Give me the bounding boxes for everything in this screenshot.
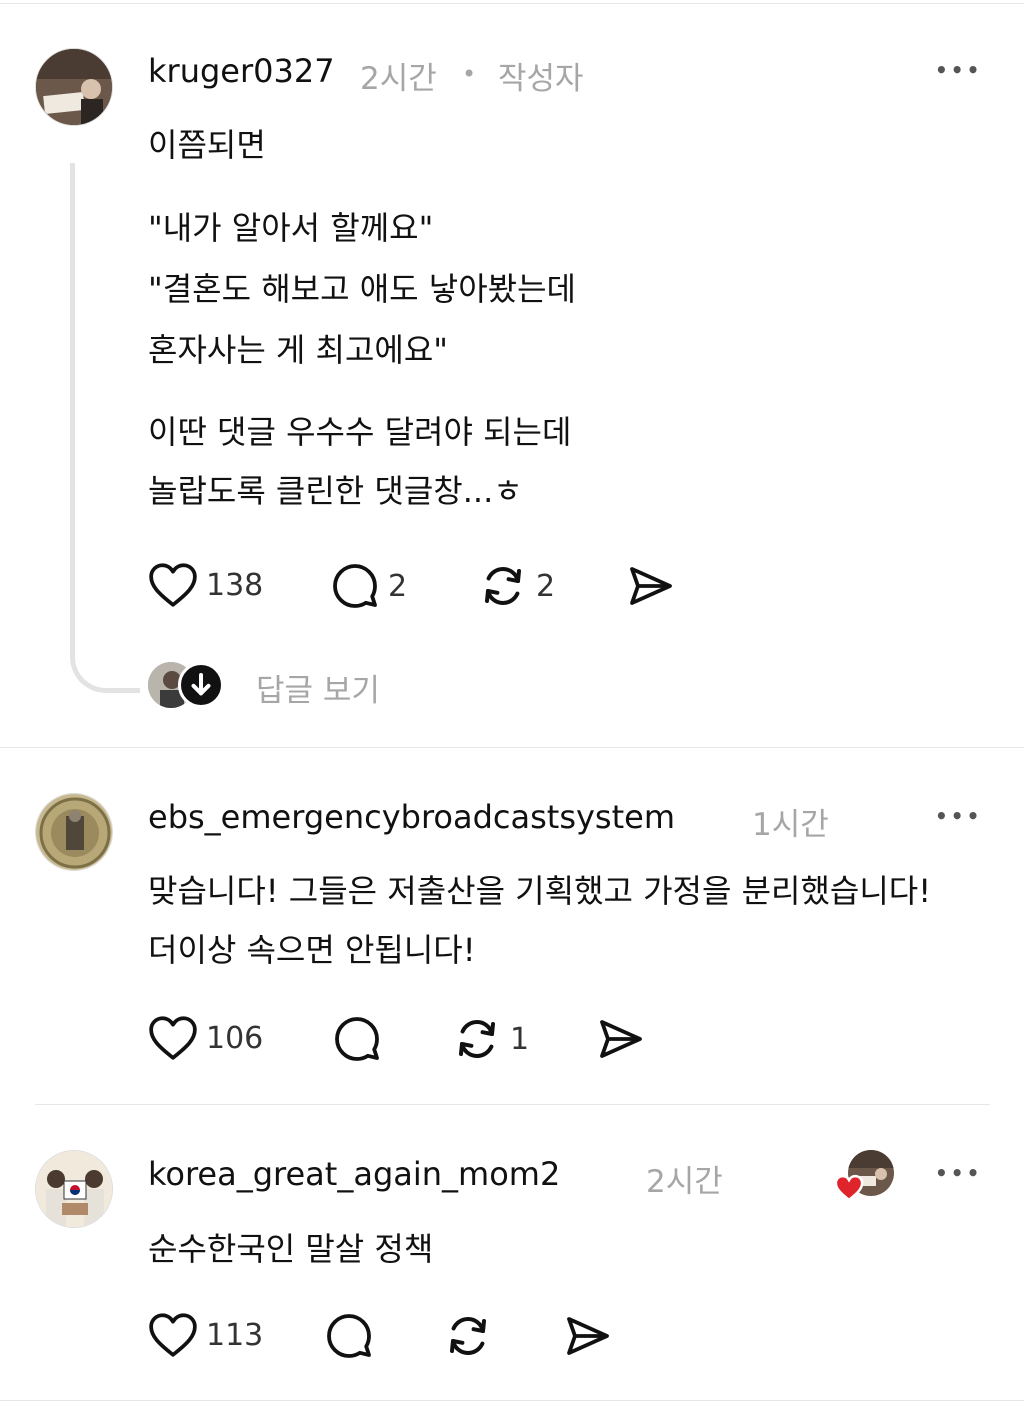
timestamp: 1시간	[752, 807, 829, 843]
avatar[interactable]	[35, 48, 113, 126]
like-button[interactable]: 106	[148, 1015, 263, 1061]
repost-count: 2	[536, 568, 556, 604]
share-icon	[630, 567, 672, 605]
view-replies-label: 답글 보기	[256, 673, 380, 709]
like-button[interactable]: 138	[148, 562, 263, 608]
repost-icon	[459, 1019, 495, 1059]
repost-button[interactable]: 1	[452, 1015, 529, 1063]
comment-text-line: 순수한국인 말살 정책	[148, 1230, 434, 1268]
repost-button[interactable]	[443, 1312, 493, 1360]
comment-icon	[327, 1314, 371, 1358]
username[interactable]: kruger0327	[148, 52, 335, 90]
like-count: 138	[206, 567, 264, 603]
bottom-divider	[0, 1400, 1024, 1401]
comment-icon	[333, 564, 377, 608]
avatar[interactable]	[35, 1150, 113, 1228]
author-liked-indicator	[834, 1150, 896, 1202]
repost-icon	[450, 1316, 486, 1356]
share-button[interactable]	[626, 562, 674, 610]
comment-text-line: 놀랍도록 클린한 댓글창...ㅎ	[148, 472, 523, 510]
more-icon[interactable]: •••	[935, 1163, 982, 1183]
heart-icon	[149, 1016, 197, 1060]
heart-icon	[834, 1174, 864, 1202]
thread-line	[70, 163, 140, 693]
repost-icon	[485, 566, 521, 606]
username[interactable]: korea_great_again_mom2	[148, 1155, 560, 1193]
meta-separator: •	[462, 60, 477, 88]
reply-button[interactable]	[324, 1312, 374, 1360]
timestamp: 2시간	[360, 61, 437, 97]
comment-divider	[0, 747, 1024, 748]
reply-button[interactable]: 2	[330, 562, 407, 610]
like-button[interactable]: 113	[148, 1312, 263, 1358]
comment-text-line: 맞습니다! 그들은 저출산을 기획했고 가정을 분리했습니다!	[148, 872, 932, 910]
comment-text-line: 혼자사는 게 최고에요"	[148, 331, 449, 369]
avatar-image	[36, 49, 112, 125]
comment-text-line: "내가 알아서 할께요"	[148, 209, 434, 247]
heart-icon	[149, 563, 197, 607]
reply-button[interactable]	[332, 1015, 382, 1063]
timestamp: 2시간	[646, 1164, 723, 1200]
heart-icon	[149, 1313, 197, 1357]
share-button[interactable]	[596, 1015, 644, 1063]
share-icon	[600, 1020, 642, 1058]
comment-text-line: 이딴 댓글 우수수 달려야 되는데	[148, 413, 572, 451]
share-button[interactable]	[563, 1312, 611, 1360]
repost-count: 1	[510, 1021, 530, 1057]
more-icon[interactable]: •••	[935, 806, 982, 826]
like-count: 106	[206, 1020, 264, 1056]
avatar[interactable]	[35, 793, 113, 871]
arrow-down-icon	[178, 662, 224, 708]
reply-count: 2	[388, 568, 408, 604]
comment-icon	[335, 1017, 379, 1061]
username[interactable]: ebs_emergencybroadcastsystem	[148, 798, 675, 836]
avatar-image	[36, 1151, 112, 1227]
comment-text-line: "결혼도 해보고 애도 낳아봤는데	[148, 270, 576, 308]
comment-text-line: 더이상 속으면 안됩니다!	[148, 931, 476, 969]
like-count: 113	[206, 1317, 264, 1353]
view-replies[interactable]: 답글 보기	[148, 662, 408, 712]
repost-button[interactable]: 2	[478, 562, 555, 610]
comment-divider	[35, 1104, 990, 1105]
comment-text-line: 이쯤되면	[148, 126, 266, 164]
top-divider	[0, 3, 1024, 4]
author-badge: 작성자	[498, 61, 584, 97]
avatar-image	[36, 794, 112, 870]
more-icon[interactable]: •••	[935, 60, 982, 80]
share-icon	[567, 1317, 609, 1355]
